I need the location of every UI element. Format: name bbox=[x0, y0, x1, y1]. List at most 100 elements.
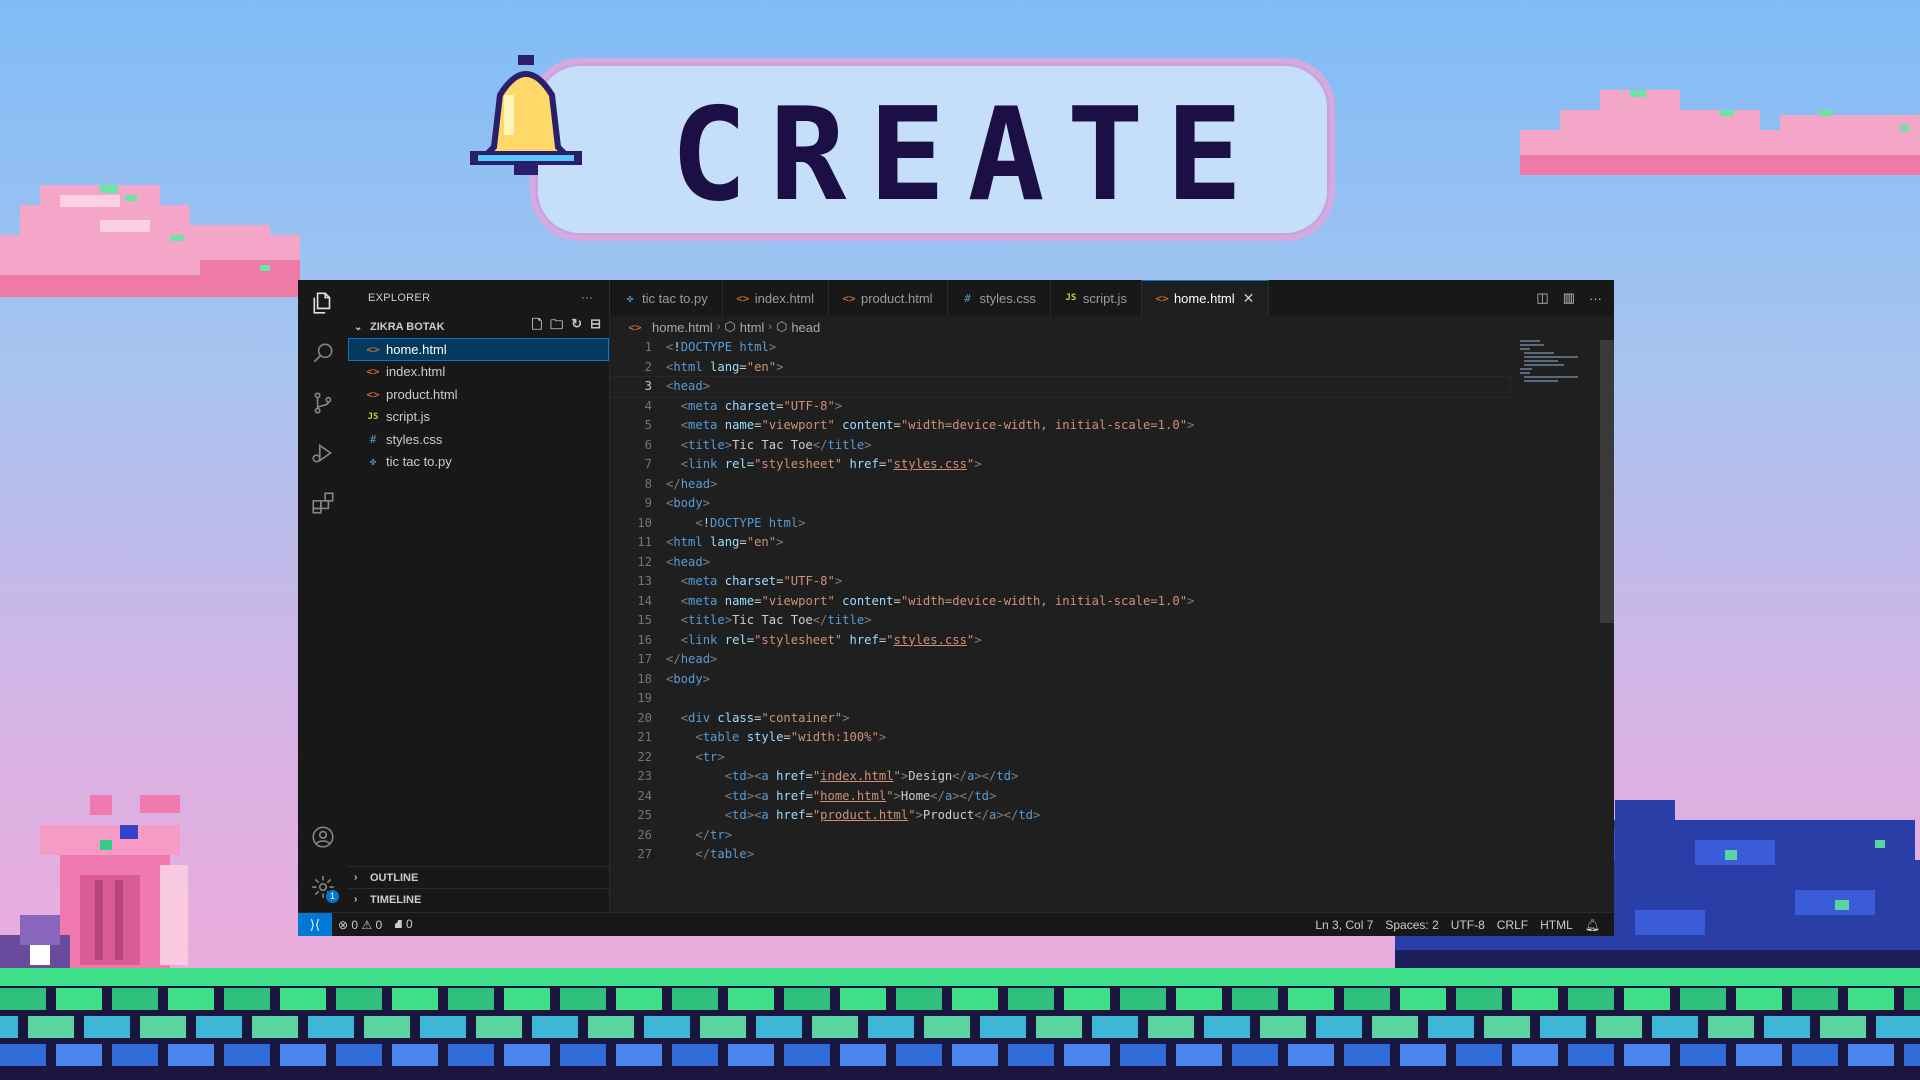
tab-home-html[interactable]: <> home.html ✕ bbox=[1141, 280, 1270, 316]
ground-brick bbox=[1064, 1044, 1110, 1066]
encoding[interactable]: UTF-8 bbox=[1445, 918, 1491, 932]
files-icon[interactable] bbox=[310, 290, 336, 316]
more-actions-icon[interactable]: ··· bbox=[1589, 291, 1602, 306]
settings-gear-icon[interactable]: 1 bbox=[310, 874, 339, 903]
refresh-icon[interactable]: ↻ bbox=[571, 316, 582, 338]
new-folder-icon[interactable]: 🗀 bbox=[550, 316, 563, 338]
ground-brick bbox=[1792, 1044, 1838, 1066]
file-item[interactable]: <> index.html bbox=[348, 361, 609, 384]
explorer-more-icon[interactable]: ··· bbox=[581, 292, 593, 304]
ground-brick bbox=[1792, 988, 1838, 1010]
line-text: <html lang="en"> bbox=[666, 535, 784, 549]
file-item[interactable]: # styles.css bbox=[348, 428, 609, 451]
extensions-icon[interactable] bbox=[310, 490, 336, 516]
bell-icon bbox=[470, 55, 582, 175]
new-file-icon[interactable]: 🗋 bbox=[532, 316, 542, 338]
line-text: <body> bbox=[666, 671, 711, 686]
outline-section[interactable]: › OUTLINE bbox=[348, 866, 610, 888]
ground-brick bbox=[1540, 1016, 1586, 1038]
line-text: <link rel="stylesheet" href="styles.css"… bbox=[680, 632, 982, 647]
line-number: 19 bbox=[637, 691, 652, 705]
tab-label: script.js bbox=[1082, 290, 1127, 306]
cursor-position[interactable]: Ln 3, Col 7 bbox=[1309, 918, 1379, 932]
ground-brick bbox=[0, 1044, 46, 1066]
breadcrumb-head[interactable]: head bbox=[791, 320, 820, 335]
breadcrumb-file[interactable]: home.html bbox=[652, 320, 713, 335]
end-of-line[interactable]: CRLF bbox=[1491, 918, 1534, 932]
ground-brick bbox=[168, 1044, 214, 1066]
line-number: 26 bbox=[637, 827, 652, 842]
workspace-folder[interactable]: ⌄ ZIKRA BOTAK 🗋 🗀 ↻ ⊟ bbox=[348, 316, 609, 338]
ground-brick bbox=[644, 1016, 690, 1038]
remote-icon[interactable]: ⟩⟨ bbox=[298, 912, 332, 936]
indentation[interactable]: Spaces: 2 bbox=[1379, 918, 1444, 932]
ground-brick bbox=[868, 1016, 914, 1038]
ground-brick bbox=[616, 988, 662, 1010]
js-file-icon: JS bbox=[367, 411, 379, 422]
ground-brick bbox=[896, 988, 942, 1010]
tab-script-js[interactable]: JS script.js bbox=[1051, 280, 1142, 316]
tab-tic-tac-to-py[interactable]: ✤ tic tac to.py bbox=[610, 280, 723, 316]
ground-brick bbox=[504, 988, 550, 1010]
search-icon[interactable] bbox=[310, 340, 336, 366]
html-file-icon: <> bbox=[842, 291, 856, 305]
code-editor[interactable]: 1 <!DOCTYPE html> 2 <html lang="en"> 3 <head>… bbox=[609, 338, 1511, 912]
file-item[interactable]: <> home.html bbox=[348, 338, 609, 361]
py-file-icon: ✤ bbox=[626, 291, 634, 305]
split-editor-icon[interactable]: ▥ bbox=[1563, 290, 1575, 306]
code-line: 7 <link rel="stylesheet" href="styles.cs… bbox=[610, 455, 1510, 475]
ground-brick bbox=[1344, 1044, 1390, 1066]
ground-brick bbox=[588, 1016, 634, 1038]
close-icon[interactable]: ✕ bbox=[1243, 290, 1255, 307]
file-name: script.js bbox=[386, 409, 431, 425]
ground-brick bbox=[560, 1044, 606, 1066]
ground-brick bbox=[364, 1016, 410, 1038]
element-icon: ⬡ bbox=[775, 319, 788, 334]
tab-product-html[interactable]: <> product.html bbox=[829, 280, 948, 316]
ground-brick bbox=[56, 1044, 102, 1066]
chevron-right-icon: › bbox=[716, 321, 721, 333]
file-item[interactable]: JS script.js bbox=[348, 406, 609, 429]
file-item[interactable]: ✤ tic tac to.py bbox=[348, 451, 609, 474]
activity-bar: 1 bbox=[298, 280, 348, 912]
line-text: </tr> bbox=[695, 827, 733, 842]
tab-styles-css[interactable]: # styles.css bbox=[948, 280, 1051, 316]
notifications-bell-icon[interactable]: 🔔︎ bbox=[1579, 918, 1606, 932]
file-item[interactable]: <> product.html bbox=[348, 383, 609, 406]
explorer-title: EXPLORER bbox=[368, 292, 431, 304]
code-line: 14 <meta name="viewport" content="width=… bbox=[610, 592, 1510, 612]
account-icon[interactable] bbox=[310, 824, 336, 850]
language-mode[interactable]: HTML bbox=[1534, 918, 1579, 932]
breadcrumb-html[interactable]: html bbox=[740, 320, 765, 335]
ports-indicator[interactable]: ⛘ 0 bbox=[388, 917, 418, 933]
ground-brick bbox=[784, 1044, 830, 1066]
ground-brick bbox=[56, 988, 102, 1010]
run-debug-icon[interactable] bbox=[310, 440, 336, 466]
html-file-icon: <> bbox=[736, 291, 750, 305]
source-control-icon[interactable] bbox=[310, 390, 336, 416]
editor-scrollbar[interactable] bbox=[1600, 340, 1614, 623]
minimap[interactable] bbox=[1520, 338, 1590, 388]
file-name: index.html bbox=[386, 364, 446, 380]
css-file-icon: # bbox=[369, 432, 377, 446]
ground-brick bbox=[1512, 1044, 1558, 1066]
open-preview-icon[interactable]: ◫ bbox=[1536, 290, 1548, 306]
ground-brick bbox=[1036, 1016, 1082, 1038]
ground-brick bbox=[560, 988, 606, 1010]
problems-indicator[interactable]: ⊗ 0 ⚠ 0 bbox=[332, 918, 388, 932]
ground-brick bbox=[812, 1016, 858, 1038]
code-line: 1 <!DOCTYPE html> bbox=[610, 338, 1510, 358]
ground-brick bbox=[1848, 1044, 1894, 1066]
ground-brick bbox=[448, 1044, 494, 1066]
pink-cloud-right bbox=[1520, 90, 1920, 175]
ground-brick bbox=[532, 1016, 578, 1038]
settings-badge: 1 bbox=[326, 890, 339, 903]
ground-brick bbox=[728, 988, 774, 1010]
code-line: 3 <head> bbox=[609, 376, 1511, 398]
timeline-section[interactable]: › TIMELINE bbox=[348, 888, 610, 910]
tab-index-html[interactable]: <> index.html bbox=[723, 280, 829, 316]
chevron-right-icon: › bbox=[354, 872, 358, 883]
ground-brick bbox=[1092, 1016, 1138, 1038]
collapse-all-icon[interactable]: ⊟ bbox=[590, 316, 601, 338]
ground-brick bbox=[420, 1016, 466, 1038]
